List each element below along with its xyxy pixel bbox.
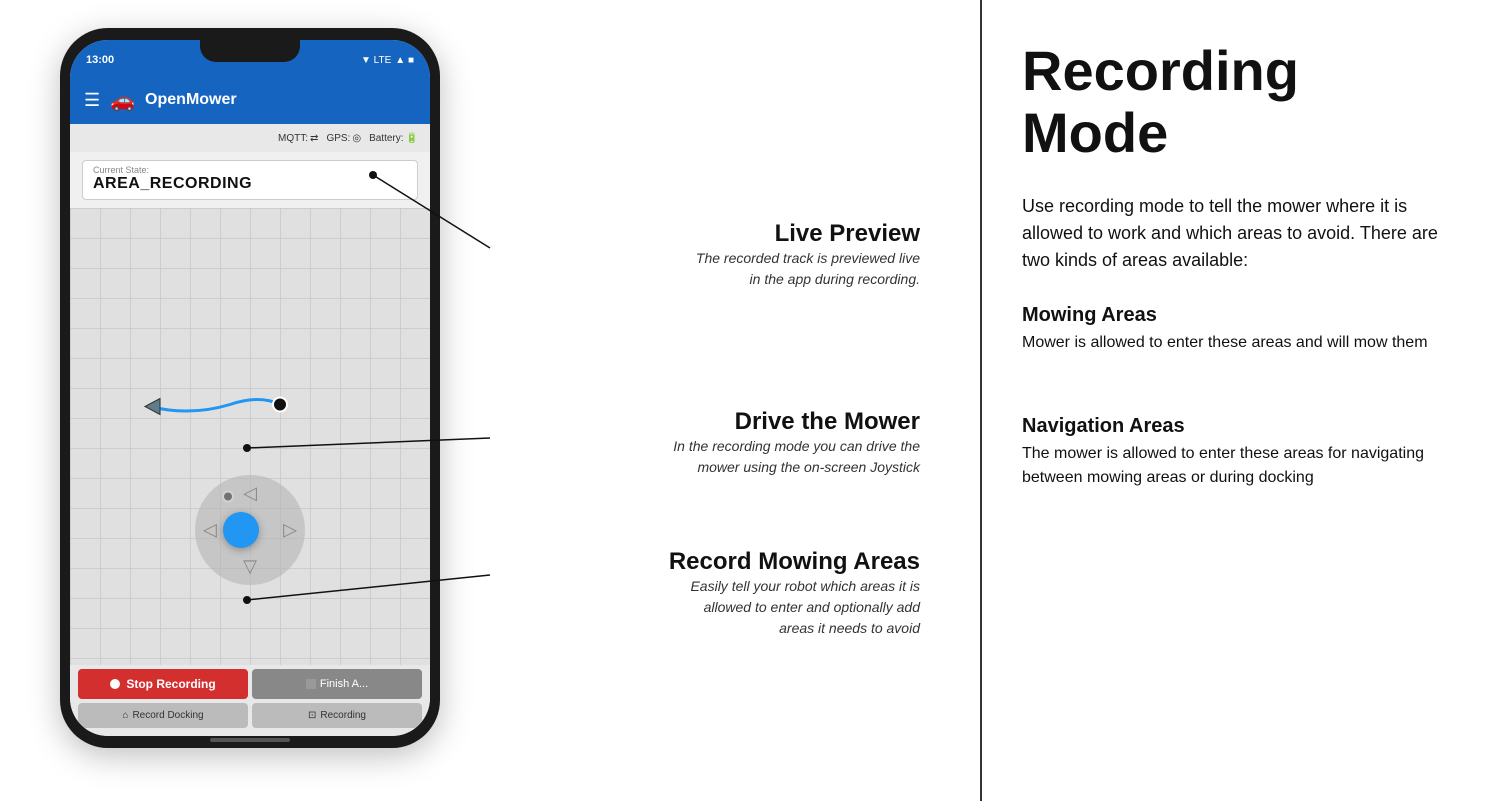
dock-icon: ⌂: [122, 710, 128, 721]
phone-mockup: 13:00 ▼ LTE ▲ ■ ☰ 🚗 OpenMower MQTT:: [60, 28, 440, 748]
dock-label: Record Docking: [132, 710, 203, 721]
status-time: 13:00: [86, 54, 114, 66]
menu-icon[interactable]: ☰: [84, 90, 100, 111]
gps-label: GPS:: [326, 133, 350, 144]
track-path: [70, 208, 430, 665]
connection-bar: MQTT: ⇄ GPS: ◎ Battery: 🔋: [70, 124, 430, 152]
battery-icon: 🔋: [406, 133, 418, 144]
app-logo-icon: 🚗: [110, 88, 135, 113]
nav-label: Recording: [320, 710, 366, 721]
spacer: [1022, 375, 1460, 395]
mqtt-status: MQTT: ⇄: [278, 133, 318, 144]
phone-screen: 13:00 ▼ LTE ▲ ■ ☰ 🚗 OpenMower MQTT:: [70, 40, 430, 736]
mqtt-label: MQTT:: [278, 133, 308, 144]
record-areas-label: Record Mowing Areas: [490, 548, 920, 576]
status-icons: ▼ LTE ▲ ■: [361, 55, 414, 66]
state-label: Current State:: [93, 165, 407, 175]
joystick-down-arrow: ▽: [243, 556, 257, 577]
live-preview-annotation: Live Preview The recorded track is previ…: [490, 220, 920, 290]
signal-indicator: ▲ ■: [395, 55, 414, 66]
live-preview-description: The recorded track is previewed livein t…: [490, 248, 920, 290]
gps-icon: ◎: [352, 133, 361, 144]
navigation-areas-section: Navigation Areas The mower is allowed to…: [1022, 415, 1460, 490]
right-panel: RecordingMode Use recording mode to tell…: [980, 0, 1500, 801]
drive-mower-annotation: Drive the Mower In the recording mode yo…: [490, 408, 920, 478]
stop-recording-button[interactable]: Stop Recording: [78, 669, 248, 699]
joystick-right-arrow: ▷: [283, 520, 297, 541]
intro-description: Use recording mode to tell the mower whe…: [1022, 193, 1460, 274]
gps-status: GPS: ◎: [326, 133, 361, 144]
phone-home-button: [210, 738, 290, 742]
app-title: OpenMower: [145, 91, 237, 109]
app-bar: ☰ 🚗 OpenMower: [70, 76, 430, 124]
stop-recording-label: Stop Recording: [126, 677, 215, 691]
mowing-areas-description: Mower is allowed to enter these areas an…: [1022, 331, 1460, 355]
battery-status: Battery: 🔋: [369, 133, 418, 144]
page-title: RecordingMode: [1022, 40, 1460, 163]
stop-recording-dot: [110, 679, 120, 689]
live-preview-label: Live Preview: [490, 220, 920, 248]
primary-button-row: Stop Recording Finish A...: [78, 669, 422, 699]
mqtt-icon: ⇄: [310, 133, 318, 144]
joystick-outer: ◁ ▽ ◁ ▷: [195, 475, 305, 585]
battery-label: Battery:: [369, 133, 403, 144]
bottom-buttons: Stop Recording Finish A... ⌂ Record Dock…: [70, 665, 430, 736]
navigation-areas-title: Navigation Areas: [1022, 415, 1460, 438]
state-value: AREA_RECORDING: [93, 175, 407, 193]
finish-area-icon: [306, 679, 316, 689]
record-areas-annotation: Record Mowing Areas Easily tell your rob…: [490, 548, 920, 639]
finish-area-button[interactable]: Finish A...: [252, 669, 422, 699]
drive-mower-label: Drive the Mower: [490, 408, 920, 436]
joystick-up-arrow: ◁: [243, 483, 257, 504]
phone-frame: 13:00 ▼ LTE ▲ ■ ☰ 🚗 OpenMower MQTT:: [60, 28, 440, 748]
joystick-left-arrow: ◁: [203, 520, 217, 541]
record-areas-description: Easily tell your robot which areas it is…: [490, 576, 920, 639]
joystick-thumb[interactable]: [223, 512, 259, 548]
drive-mower-description: In the recording mode you can drive them…: [490, 436, 920, 478]
record-docking-button[interactable]: ⌂ Record Docking: [78, 703, 248, 728]
finish-area-label: Finish A...: [320, 678, 368, 690]
mowing-areas-section: Mowing Areas Mower is allowed to enter t…: [1022, 304, 1460, 355]
state-box: Current State: AREA_RECORDING: [82, 160, 418, 200]
left-panel: 13:00 ▼ LTE ▲ ■ ☰ 🚗 OpenMower MQTT:: [0, 0, 980, 801]
network-indicator: ▼ LTE: [361, 55, 391, 66]
navigation-areas-description: The mower is allowed to enter these area…: [1022, 442, 1460, 490]
joystick[interactable]: ◁ ▽ ◁ ▷: [195, 475, 305, 585]
nav-icon: ⊡: [308, 710, 316, 721]
map-area: ◁ ▽ ◁ ▷: [70, 208, 430, 665]
phone-notch: [200, 40, 300, 62]
mowing-areas-title: Mowing Areas: [1022, 304, 1460, 327]
secondary-button-row: ⌂ Record Docking ⊡ Recording: [78, 703, 422, 728]
nav-recording-button[interactable]: ⊡ Recording: [252, 703, 422, 728]
